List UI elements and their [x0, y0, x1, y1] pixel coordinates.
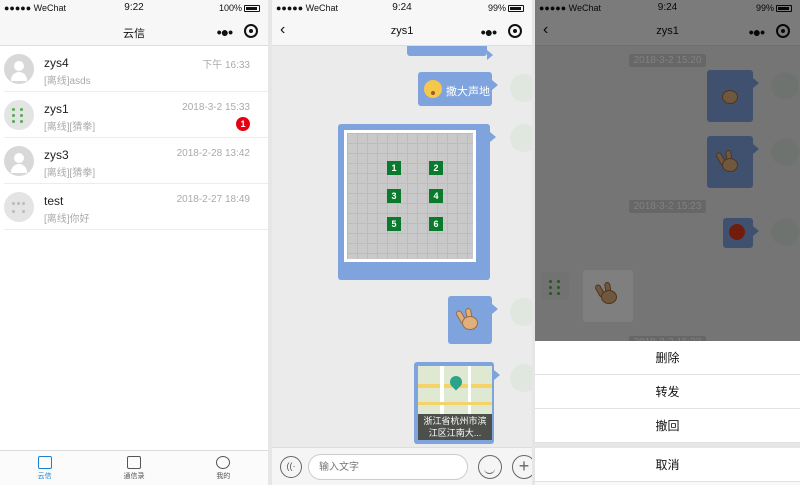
action-sheet: 删除 转发 撤回 取消 [535, 341, 800, 485]
avatar [4, 100, 34, 130]
voice-icon[interactable]: ((· [280, 456, 302, 478]
input-bar: ((· + [272, 447, 532, 485]
message-text: 撒大声地 [446, 86, 490, 98]
chat-action-sheet-screen: ●●●●● WeChat 9:24 99% ‹ zys1 •●• 2018-3-… [535, 0, 800, 485]
location-address: 浙江省杭州市滨 江区江南大... [418, 414, 492, 440]
message-time: 下午 16:33 [202, 60, 250, 71]
message-preview: [离线]asds [44, 76, 91, 87]
board-cell: 5 [387, 217, 401, 231]
battery-label: 99% [487, 3, 506, 13]
battery-icon [244, 5, 260, 13]
forward-button[interactable]: 转发 [535, 375, 800, 409]
emoji-message-bubble[interactable]: 撒大声地 [418, 72, 498, 106]
avatar [4, 54, 34, 84]
board-cell: 4 [429, 189, 443, 203]
contact-name: zys1 [44, 102, 69, 116]
battery-icon [508, 5, 524, 13]
tab-bar: 云信 通信录 我的 [0, 450, 268, 485]
battery-label: 100% [218, 3, 242, 13]
battery-indicator: 99% [488, 3, 524, 13]
nav-bar: ‹ zys1 •●• [272, 16, 532, 46]
message-preview: [离线][猜拳] [44, 122, 96, 133]
tab-label: 通信录 [123, 473, 145, 480]
scissors-hand-icon [454, 307, 484, 334]
rps-message-bubble[interactable] [448, 296, 498, 344]
recall-button[interactable]: 撤回 [535, 409, 800, 443]
board-cell: 2 [429, 161, 443, 175]
message-time: 2018-3-2 15:33 [182, 102, 250, 113]
conversation-item-zys1[interactable]: zys1 [离线][猜拳] 2018-3-2 15:33 1 [4, 92, 268, 138]
self-avatar[interactable] [510, 124, 532, 152]
cancel-button[interactable]: 取消 [535, 448, 800, 482]
board-cell: 3 [387, 189, 401, 203]
delete-button[interactable]: 删除 [535, 341, 800, 375]
self-avatar[interactable] [510, 74, 532, 102]
more-menu-icon[interactable]: •●• [481, 24, 497, 40]
plus-icon[interactable]: + [512, 455, 532, 479]
conversation-list-screen: ●●●●● WeChat 9:22 100% 云信 •●• zys4 [离线]a… [0, 0, 268, 485]
user-icon [216, 456, 231, 469]
contact-name: zys3 [44, 148, 69, 162]
game-board-message[interactable]: 1 2 3 4 5 6 [338, 124, 496, 280]
conversation-item-test[interactable]: test [离线]你好 2018-2-27 18:49 [4, 184, 268, 230]
message-time: 2018-2-27 18:49 [176, 194, 250, 205]
blushing-face-icon [424, 80, 442, 98]
unread-badge: 1 [236, 117, 250, 131]
message-input[interactable] [308, 454, 468, 480]
address-line: 浙江省杭州市滨 [423, 416, 487, 426]
emoji-icon[interactable] [478, 455, 502, 479]
self-avatar[interactable] [510, 364, 532, 392]
message-preview: [离线][猜拳] [44, 168, 96, 179]
address-line: 江区江南大... [428, 428, 482, 438]
status-bar: ●●●●● WeChat 9:24 99% [272, 0, 532, 16]
conversation-item-zys4[interactable]: zys4 [离线]asds 下午 16:33 [4, 46, 268, 92]
chat-icon [37, 456, 52, 469]
board-cell: 6 [429, 217, 443, 231]
tab-label: 云信 [37, 473, 52, 480]
status-bar: ●●●●● WeChat 9:22 100% [0, 0, 268, 16]
message-time: 2018-2-28 13:42 [176, 148, 250, 159]
nav-bar: 云信 •●• [0, 16, 268, 46]
close-miniprogram-icon[interactable] [508, 24, 522, 38]
contacts-icon [126, 456, 141, 469]
tab-messages[interactable]: 云信 [0, 451, 89, 485]
conversation-item-zys3[interactable]: zys3 [离线][猜拳] 2018-2-28 13:42 [4, 138, 268, 184]
self-avatar[interactable] [510, 298, 532, 326]
map-thumbnail: 浙江省杭州市滨 江区江南大... [418, 366, 492, 440]
chat-screen: ●●●●● WeChat 9:24 99% ‹ zys1 •●• 撒大声地 1 … [272, 0, 532, 485]
battery-indicator: 100% [219, 3, 260, 13]
more-menu-icon[interactable]: •●• [217, 24, 233, 40]
close-miniprogram-icon[interactable] [244, 24, 258, 38]
message-list[interactable]: 撒大声地 1 2 3 4 5 6 浙江省杭州市滨 江区江南大... [272, 46, 532, 447]
board-cell: 1 [387, 161, 401, 175]
minesweeper-board: 1 2 3 4 5 6 [344, 130, 476, 262]
location-message-bubble[interactable]: 浙江省杭州市滨 江区江南大... [414, 362, 500, 444]
message-bubble[interactable] [407, 46, 493, 60]
contact-name: zys4 [44, 56, 69, 70]
tab-profile[interactable]: 我的 [179, 451, 268, 485]
tab-label: 我的 [216, 473, 231, 480]
message-preview: [离线]你好 [44, 214, 90, 225]
avatar [4, 146, 34, 176]
avatar [4, 192, 34, 222]
contact-name: test [44, 194, 64, 208]
tab-contacts[interactable]: 通信录 [89, 451, 178, 485]
